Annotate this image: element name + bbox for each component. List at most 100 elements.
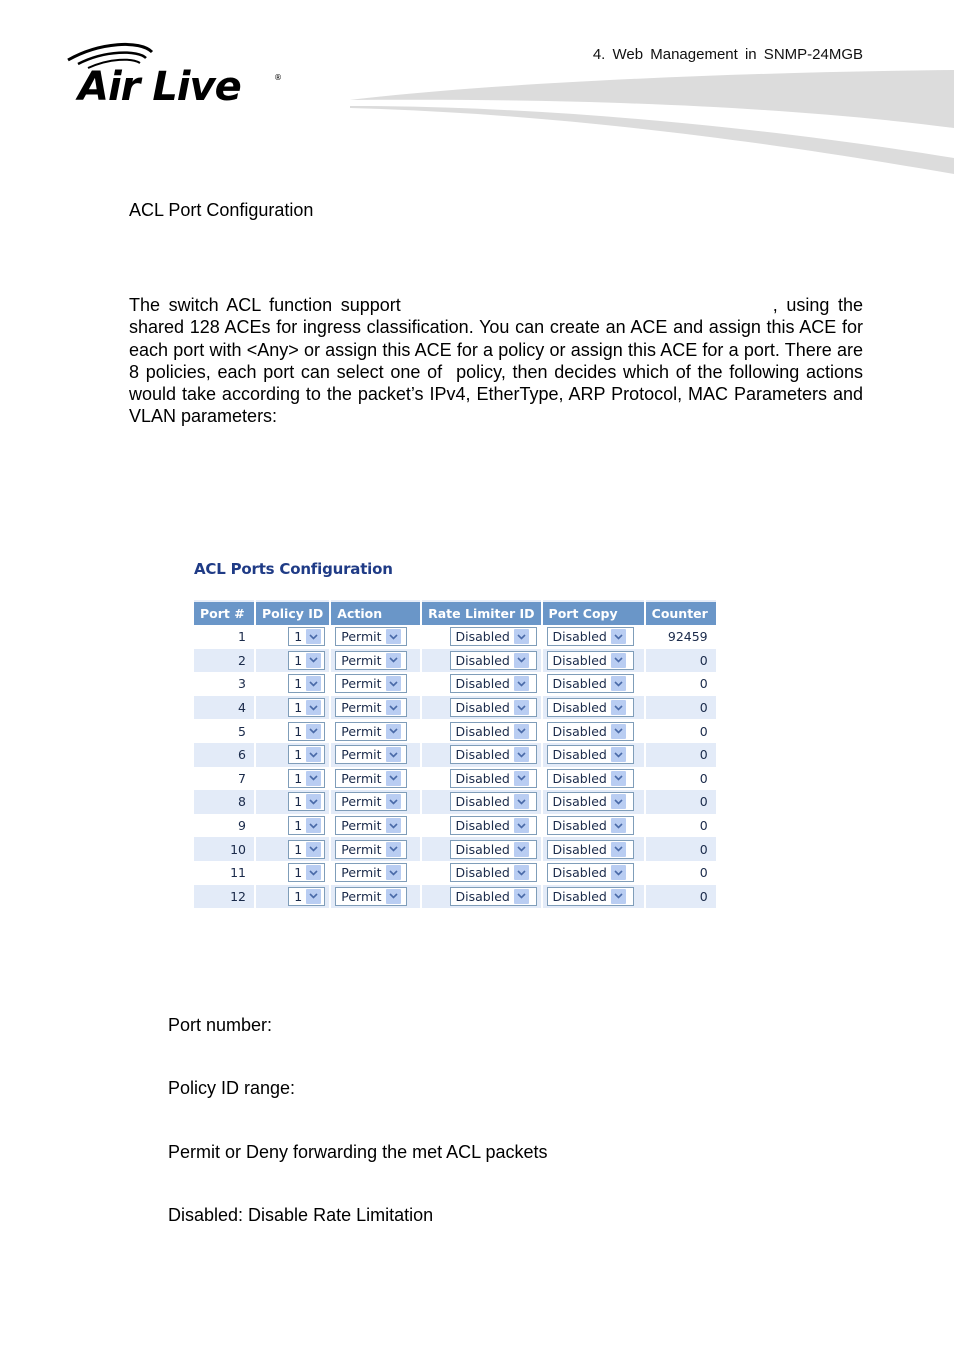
rate-limiter-select[interactable]: Disabled: [449, 768, 537, 788]
action-select[interactable]: Permit: [335, 816, 408, 836]
policy-id-select[interactable]: 1: [288, 863, 326, 883]
chevron-down-icon[interactable]: [610, 700, 626, 716]
chevron-down-icon[interactable]: [513, 676, 529, 692]
chevron-down-icon[interactable]: [385, 841, 401, 857]
chevron-down-icon[interactable]: [306, 676, 322, 692]
rate-limiter-select[interactable]: Disabled: [449, 863, 537, 883]
action-select[interactable]: Permit: [335, 698, 408, 718]
policy-id-select[interactable]: 1: [288, 792, 326, 812]
chevron-down-icon[interactable]: [513, 700, 529, 716]
action-select[interactable]: Permit: [335, 745, 408, 765]
port-copy-select[interactable]: Disabled: [546, 627, 634, 647]
chevron-down-icon[interactable]: [513, 652, 529, 668]
chevron-down-icon[interactable]: [385, 794, 401, 810]
policy-id-select[interactable]: 1: [288, 674, 326, 694]
action-select[interactable]: Permit: [335, 863, 408, 883]
chevron-down-icon[interactable]: [610, 629, 626, 645]
policy-id-select[interactable]: 1: [288, 816, 326, 836]
chevron-down-icon[interactable]: [306, 652, 322, 668]
chevron-down-icon[interactable]: [513, 723, 529, 739]
chevron-down-icon[interactable]: [610, 676, 626, 692]
chevron-down-icon[interactable]: [385, 629, 401, 645]
chevron-down-icon[interactable]: [385, 865, 401, 881]
policy-id-select[interactable]: 1: [288, 745, 326, 765]
port-copy-select[interactable]: Disabled: [546, 698, 634, 718]
chevron-down-icon[interactable]: [306, 770, 322, 786]
chevron-down-icon[interactable]: [385, 770, 401, 786]
port-copy-select[interactable]: Disabled: [546, 839, 634, 859]
chevron-down-icon[interactable]: [513, 888, 529, 904]
chevron-down-icon[interactable]: [610, 747, 626, 763]
policy-id-select[interactable]: 1: [288, 698, 326, 718]
rate-limiter-select[interactable]: Disabled: [449, 816, 537, 836]
chevron-down-icon[interactable]: [610, 794, 626, 810]
rate-limiter-select[interactable]: Disabled: [449, 792, 537, 812]
chevron-down-icon[interactable]: [610, 888, 626, 904]
port-copy-select[interactable]: Disabled: [546, 792, 634, 812]
action-select[interactable]: Permit: [335, 650, 408, 670]
policy-id-select[interactable]: 1: [288, 721, 326, 741]
port-copy-select[interactable]: Disabled: [546, 863, 634, 883]
chevron-down-icon[interactable]: [513, 770, 529, 786]
chevron-down-icon[interactable]: [306, 747, 322, 763]
chevron-down-icon[interactable]: [385, 676, 401, 692]
policy-id-select[interactable]: 1: [288, 627, 326, 647]
chevron-down-icon[interactable]: [513, 794, 529, 810]
chevron-down-icon[interactable]: [306, 629, 322, 645]
chevron-down-icon[interactable]: [306, 700, 322, 716]
chevron-down-icon[interactable]: [306, 818, 322, 834]
chevron-down-icon[interactable]: [610, 841, 626, 857]
policy-id-select[interactable]: 1: [288, 886, 326, 906]
action-select[interactable]: Permit: [335, 721, 408, 741]
action-select[interactable]: Permit: [335, 839, 408, 859]
port-copy-select[interactable]: Disabled: [546, 886, 634, 906]
chevron-down-icon[interactable]: [610, 723, 626, 739]
rate-limiter-select-value: Disabled: [455, 818, 510, 834]
port-copy-select[interactable]: Disabled: [546, 650, 634, 670]
chevron-down-icon[interactable]: [385, 700, 401, 716]
action-select-value: Permit: [341, 888, 382, 904]
rate-limiter-select[interactable]: Disabled: [449, 721, 537, 741]
port-copy-select[interactable]: Disabled: [546, 816, 634, 836]
chevron-down-icon[interactable]: [385, 723, 401, 739]
rate-limiter-select[interactable]: Disabled: [449, 839, 537, 859]
rate-limiter-select[interactable]: Disabled: [449, 674, 537, 694]
chevron-down-icon[interactable]: [610, 652, 626, 668]
port-copy-select[interactable]: Disabled: [546, 768, 634, 788]
action-select[interactable]: Permit: [335, 768, 408, 788]
chevron-down-icon[interactable]: [385, 888, 401, 904]
rate-limiter-select[interactable]: Disabled: [449, 698, 537, 718]
chevron-down-icon[interactable]: [385, 652, 401, 668]
rate-limiter-select[interactable]: Disabled: [449, 745, 537, 765]
rate-limiter-select[interactable]: Disabled: [449, 650, 537, 670]
port-copy-select[interactable]: Disabled: [546, 745, 634, 765]
chevron-down-icon[interactable]: [306, 723, 322, 739]
chevron-down-icon[interactable]: [513, 841, 529, 857]
chevron-down-icon[interactable]: [306, 865, 322, 881]
chevron-down-icon[interactable]: [610, 818, 626, 834]
action-select[interactable]: Permit: [335, 886, 408, 906]
policy-id-select[interactable]: 1: [288, 839, 326, 859]
chevron-down-icon[interactable]: [513, 818, 529, 834]
chevron-down-icon[interactable]: [306, 888, 322, 904]
chevron-down-icon[interactable]: [610, 865, 626, 881]
chevron-down-icon[interactable]: [385, 818, 401, 834]
chevron-down-icon[interactable]: [385, 747, 401, 763]
chevron-down-icon[interactable]: [513, 865, 529, 881]
chevron-down-icon[interactable]: [610, 770, 626, 786]
policy-id-select[interactable]: 1: [288, 650, 326, 670]
chevron-down-icon[interactable]: [306, 794, 322, 810]
action-select[interactable]: Permit: [335, 627, 408, 647]
rate-limiter-cell: Disabled: [422, 672, 541, 696]
rate-limiter-select[interactable]: Disabled: [449, 627, 537, 647]
chevron-down-icon[interactable]: [306, 841, 322, 857]
chevron-down-icon[interactable]: [513, 629, 529, 645]
action-select[interactable]: Permit: [335, 674, 408, 694]
rate-limiter-select[interactable]: Disabled: [449, 886, 537, 906]
action-select[interactable]: Permit: [335, 792, 408, 812]
port-copy-select-value: Disabled: [552, 629, 607, 645]
policy-id-select[interactable]: 1: [288, 768, 326, 788]
port-copy-select[interactable]: Disabled: [546, 721, 634, 741]
port-copy-select[interactable]: Disabled: [546, 674, 634, 694]
chevron-down-icon[interactable]: [513, 747, 529, 763]
